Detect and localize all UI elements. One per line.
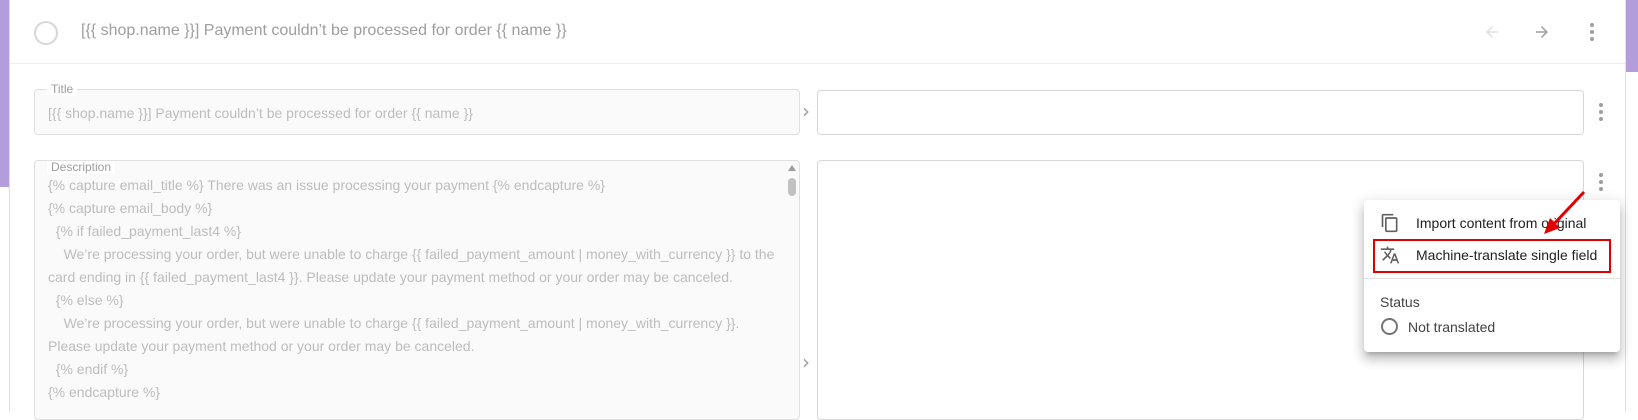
title-more-vertical-icon[interactable] (1589, 100, 1613, 124)
description-source-field: Description {% capture email_title %} Th… (34, 160, 800, 420)
background-accent-left (0, 0, 9, 187)
more-vertical-icon[interactable] (1578, 18, 1606, 46)
scrollbar-thumb[interactable] (788, 178, 796, 196)
copy-icon (1381, 213, 1398, 233)
background-accent-right (1626, 0, 1638, 72)
title-source-value: [{{ shop.name }}] Payment couldn’t be pr… (48, 105, 473, 121)
chevron-right-icon[interactable]: › (796, 350, 816, 374)
menu-divider (1364, 278, 1620, 279)
next-button[interactable] (1528, 18, 1556, 46)
arrow-left-icon (1486, 26, 1498, 38)
title-source-field: Title [{{ shop.name }}] Payment couldn’t… (34, 82, 800, 135)
page-title: [{{ shop.name }}] Payment couldn’t be pr… (81, 22, 567, 39)
title-translation-input[interactable] (817, 90, 1584, 135)
scroll-up-icon[interactable] (788, 165, 796, 171)
title-field-label: Title (47, 82, 78, 96)
status-heading: Status (1380, 294, 1420, 310)
status-value: Not translated (1408, 319, 1496, 335)
description-source-value: {% capture email_title %} There was an i… (48, 177, 775, 400)
annotation-arrow-icon (1544, 190, 1586, 234)
translation-editor-panel: [{{ shop.name }}] Payment couldn’t be pr… (9, 0, 1626, 420)
chevron-right-icon[interactable]: › (796, 99, 816, 123)
arrow-right-icon (1536, 26, 1548, 38)
status-circle-icon[interactable] (34, 21, 58, 45)
description-field-label: Description (47, 161, 116, 174)
status-radio-icon[interactable] (1381, 318, 1398, 335)
description-more-vertical-icon[interactable] (1589, 170, 1613, 194)
previous-button[interactable] (1478, 18, 1506, 46)
highlight-annotation-box (1373, 239, 1611, 273)
editor-header: [{{ shop.name }}] Payment couldn’t be pr… (10, 0, 1625, 64)
